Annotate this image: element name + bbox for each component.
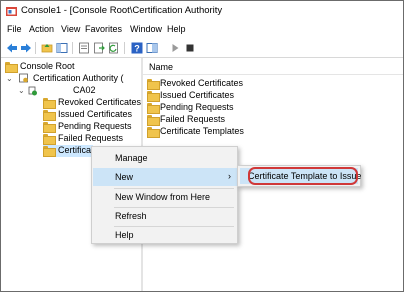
show-hide-tree-icon[interactable]: [56, 42, 68, 54]
toolbar-separator: [35, 42, 36, 54]
list-item-certificate-templates[interactable]: Certificate Templates: [147, 126, 297, 138]
folder-icon: [147, 115, 160, 126]
folder-icon: [147, 103, 160, 114]
toolbar-separator: [72, 42, 73, 54]
svg-text:?: ?: [134, 44, 140, 54]
menu-favorites[interactable]: Favorites: [85, 24, 122, 34]
tree-item-failed-requests[interactable]: Failed Requests: [43, 133, 139, 145]
console-view-icon[interactable]: [146, 42, 158, 54]
list-item-revoked-certificates[interactable]: Revoked Certificates: [147, 78, 297, 90]
window-title: Console1 - [Console Root\Certification A…: [21, 5, 223, 16]
chevron-down-icon[interactable]: ⌄: [18, 86, 25, 95]
context-menu-refresh[interactable]: Refresh: [93, 207, 237, 225]
context-menu-new-window[interactable]: New Window from Here: [93, 188, 237, 206]
toolbar-separator: [124, 42, 125, 54]
help-icon[interactable]: ?: [131, 42, 143, 54]
tree-item-certification-authority[interactable]: ⌄ Certification Authority (: [5, 73, 135, 85]
folder-icon: [43, 110, 56, 121]
properties-icon[interactable]: [78, 42, 90, 54]
menu-view[interactable]: View: [61, 24, 80, 34]
tree-item-pending-requests[interactable]: Pending Requests: [43, 121, 139, 133]
mmc-window: Console1 - [Console Root\Certification A…: [0, 0, 404, 292]
toolbar: ?: [1, 39, 403, 57]
submenu-arrow-icon: ›: [228, 171, 231, 181]
up-folder-icon[interactable]: [41, 42, 53, 54]
stop-service-icon[interactable]: [184, 42, 196, 54]
tree-item-console-root[interactable]: Console Root: [5, 61, 135, 73]
menu-help[interactable]: Help: [167, 24, 186, 34]
mmc-console-icon: [6, 7, 17, 16]
menu-window[interactable]: Window: [130, 24, 162, 34]
export-list-icon[interactable]: [93, 42, 105, 54]
title-bar: Console1 - [Console Root\Certification A…: [1, 1, 403, 21]
folder-icon: [147, 127, 160, 138]
folder-icon: [43, 146, 56, 157]
start-service-icon[interactable]: [169, 42, 181, 54]
folder-icon: [147, 91, 160, 102]
context-menu-help[interactable]: Help: [93, 226, 237, 244]
context-menu-new[interactable]: New ›: [93, 168, 237, 186]
column-header-name[interactable]: Name: [143, 58, 403, 75]
refresh-icon[interactable]: [108, 42, 120, 54]
list-item-issued-certificates[interactable]: Issued Certificates: [147, 90, 297, 102]
list-item-failed-requests[interactable]: Failed Requests: [147, 114, 297, 126]
list-item-pending-requests[interactable]: Pending Requests: [147, 102, 297, 114]
folder-icon: [43, 122, 56, 133]
folder-icon: [43, 98, 56, 109]
folder-icon: [43, 134, 56, 145]
tree-item-issued-certificates[interactable]: Issued Certificates: [43, 109, 139, 121]
ca-server-icon: [28, 86, 37, 96]
context-menu: Manage New › New Window from Here Refres…: [91, 146, 238, 244]
annotation-highlight-ring: [248, 167, 358, 185]
tree-item-certificate-templates[interactable]: Certifica: [43, 145, 93, 157]
tree-item-revoked-certificates[interactable]: Revoked Certificates: [43, 97, 141, 109]
forward-arrow-icon[interactable]: [20, 42, 32, 54]
menu-file[interactable]: File: [7, 24, 22, 34]
chevron-down-icon[interactable]: ⌄: [6, 74, 13, 83]
certificate-authority-icon: [19, 73, 28, 83]
tree-item-ca02[interactable]: ⌄ CA02: [17, 85, 137, 97]
context-menu-manage[interactable]: Manage: [93, 149, 237, 167]
menu-action[interactable]: Action: [29, 24, 54, 34]
menu-bar: File Action View Favorites Window Help: [1, 22, 403, 38]
back-arrow-icon[interactable]: [6, 42, 18, 54]
folder-icon: [5, 62, 18, 73]
folder-icon: [147, 79, 160, 90]
